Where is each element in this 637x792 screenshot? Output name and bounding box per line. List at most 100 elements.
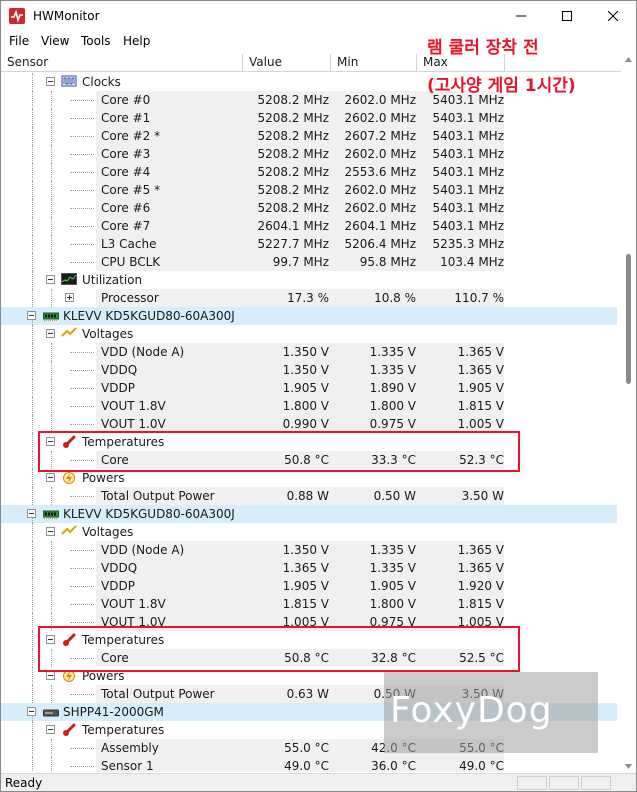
sensor-row[interactable]: VOUT 1.8V 1.800 V 1.800 V 1.815 V bbox=[1, 397, 621, 415]
tree-line bbox=[70, 622, 94, 624]
collapse-toggle[interactable] bbox=[27, 707, 36, 716]
tree-line bbox=[32, 73, 34, 91]
close-button[interactable] bbox=[590, 1, 636, 31]
sensor-row[interactable]: Sensor 1 49.0 °C 36.0 °C 49.0 °C bbox=[1, 757, 621, 772]
collapse-toggle[interactable] bbox=[27, 311, 36, 320]
status-panel bbox=[517, 776, 547, 790]
sensor-value: 5208.2 MHz bbox=[257, 165, 329, 179]
tree-line bbox=[32, 253, 34, 271]
sensor-max: 5403.1 MHz bbox=[432, 183, 504, 197]
collapse-toggle[interactable] bbox=[46, 77, 55, 86]
tree-line bbox=[32, 451, 34, 469]
window-title: HWMonitor bbox=[33, 9, 100, 23]
sensor-max: 1.815 V bbox=[457, 399, 504, 413]
thermometer-icon bbox=[61, 723, 77, 737]
sensor-group-row[interactable]: Voltages bbox=[1, 325, 621, 343]
sensor-value: 1.905 V bbox=[282, 381, 329, 395]
sensor-row[interactable]: Core #3 5208.2 MHz 2602.0 MHz 5403.1 MHz bbox=[1, 145, 621, 163]
tree-line bbox=[51, 361, 53, 379]
expand-toggle[interactable] bbox=[65, 293, 74, 302]
sensor-row[interactable]: Total Output Power 0.88 W 0.50 W 3.50 W bbox=[1, 487, 621, 505]
sensor-max: 1.905 V bbox=[457, 381, 504, 395]
sensor-row[interactable]: VDDP 1.905 V 1.905 V 1.920 V bbox=[1, 577, 621, 595]
sensor-label: VOUT 1.0V bbox=[101, 417, 166, 431]
column-sensor[interactable]: Sensor bbox=[1, 54, 243, 71]
overlay-caption-line1: 램 쿨러 장착 전 bbox=[427, 38, 539, 58]
sensor-value: 0.88 W bbox=[286, 489, 329, 503]
sensor-row[interactable]: VDDQ 1.365 V 1.335 V 1.365 V bbox=[1, 559, 621, 577]
sensor-row[interactable]: VDD (Node A) 1.350 V 1.335 V 1.365 V bbox=[1, 541, 621, 559]
device-row[interactable]: KLEVV KD5KGUD80-60A300J bbox=[1, 505, 621, 523]
status-bar: Ready bbox=[1, 773, 636, 791]
sensor-max: 1.365 V bbox=[457, 345, 504, 359]
menu-file[interactable]: File bbox=[9, 34, 29, 48]
tree-line bbox=[32, 613, 34, 631]
sensor-row[interactable]: VOUT 1.8V 1.815 V 1.800 V 1.815 V bbox=[1, 595, 621, 613]
sensor-label: Core #1 bbox=[101, 111, 151, 125]
tree-line bbox=[32, 541, 34, 559]
sensor-min: 2607.2 MHz bbox=[344, 129, 416, 143]
tree-line bbox=[70, 406, 94, 408]
sensor-label: Core #7 bbox=[101, 219, 151, 233]
collapse-toggle[interactable] bbox=[27, 509, 36, 518]
title-bar[interactable]: HWMonitor bbox=[1, 1, 636, 31]
sensor-row[interactable]: Core #6 5208.2 MHz 2602.0 MHz 5403.1 MHz bbox=[1, 199, 621, 217]
sensor-value: 1.800 V bbox=[282, 399, 329, 413]
tree-line bbox=[70, 226, 94, 228]
sensor-group-row[interactable]: Voltages bbox=[1, 523, 621, 541]
collapse-toggle[interactable] bbox=[46, 275, 55, 284]
sensor-label: Core #3 bbox=[101, 147, 151, 161]
sensor-row[interactable]: Core #5 * 5208.2 MHz 2602.0 MHz 5403.1 MHz bbox=[1, 181, 621, 199]
collapse-toggle[interactable] bbox=[46, 527, 55, 536]
sensor-min: 0.50 W bbox=[373, 489, 416, 503]
scroll-thumb[interactable] bbox=[626, 254, 631, 384]
collapse-toggle[interactable] bbox=[46, 725, 55, 734]
sensor-row[interactable]: CPU BCLK 99.7 MHz 95.8 MHz 103.4 MHz bbox=[1, 253, 621, 271]
menu-view[interactable]: View bbox=[41, 34, 69, 48]
tree-line bbox=[70, 262, 94, 264]
sensor-label: L3 Cache bbox=[101, 237, 157, 251]
collapse-toggle[interactable] bbox=[46, 473, 55, 482]
tree-line bbox=[51, 541, 53, 559]
sensor-row[interactable]: Core #1 5208.2 MHz 2602.0 MHz 5403.1 MHz bbox=[1, 109, 621, 127]
menu-help[interactable]: Help bbox=[123, 34, 150, 48]
tree-line bbox=[70, 496, 94, 498]
maximize-button[interactable] bbox=[544, 1, 590, 31]
sensor-label: Core #6 bbox=[101, 201, 151, 215]
menu-tools[interactable]: Tools bbox=[81, 34, 111, 48]
sensor-row[interactable]: Core #2 * 5208.2 MHz 2607.2 MHz 5403.1 MHz bbox=[1, 127, 621, 145]
sensor-row[interactable]: VDD (Node A) 1.350 V 1.335 V 1.365 V bbox=[1, 343, 621, 361]
tree-line bbox=[32, 343, 34, 361]
sensor-row[interactable]: Core #7 2604.1 MHz 2604.1 MHz 5403.1 MHz bbox=[1, 217, 621, 235]
tree-line bbox=[32, 91, 34, 109]
collapse-toggle[interactable] bbox=[46, 671, 55, 680]
column-value[interactable]: Value bbox=[243, 54, 331, 71]
column-min[interactable]: Min bbox=[331, 54, 417, 71]
sensor-row[interactable]: Core #4 5208.2 MHz 2553.6 MHz 5403.1 MHz bbox=[1, 163, 621, 181]
tree-line bbox=[32, 559, 34, 577]
tree-line bbox=[51, 127, 53, 145]
sensor-row[interactable]: VDDP 1.905 V 1.890 V 1.905 V bbox=[1, 379, 621, 397]
minimize-button[interactable] bbox=[498, 1, 544, 31]
sensor-row[interactable]: L3 Cache 5227.7 MHz 5206.4 MHz 5235.3 MHz bbox=[1, 235, 621, 253]
vertical-scrollbar[interactable] bbox=[621, 54, 636, 772]
tree-line bbox=[32, 649, 34, 667]
sensor-group-row[interactable]: Utilization bbox=[1, 271, 621, 289]
tree-line bbox=[32, 235, 34, 253]
close-icon bbox=[608, 11, 618, 21]
collapse-toggle[interactable] bbox=[46, 329, 55, 338]
sensor-min: 0.975 V bbox=[369, 417, 416, 431]
tree-line bbox=[32, 415, 34, 433]
sensor-row[interactable]: Processor 17.3 % 10.8 % 110.7 % bbox=[1, 289, 621, 307]
sensor-row[interactable]: VDDQ 1.350 V 1.335 V 1.365 V bbox=[1, 361, 621, 379]
sensor-label: VDDP bbox=[101, 579, 135, 593]
sensor-value: 5208.2 MHz bbox=[257, 93, 329, 107]
sensor-value: 5227.7 MHz bbox=[257, 237, 329, 251]
device-row[interactable]: KLEVV KD5KGUD80-60A300J bbox=[1, 307, 621, 325]
tree-line bbox=[70, 172, 94, 174]
sensor-max: 5403.1 MHz bbox=[432, 165, 504, 179]
tree-line bbox=[51, 163, 53, 181]
sensor-max: 1.365 V bbox=[457, 561, 504, 575]
tree-line bbox=[70, 604, 94, 606]
overlay-caption-line2: (고사양 게임 1시간) bbox=[427, 76, 576, 96]
